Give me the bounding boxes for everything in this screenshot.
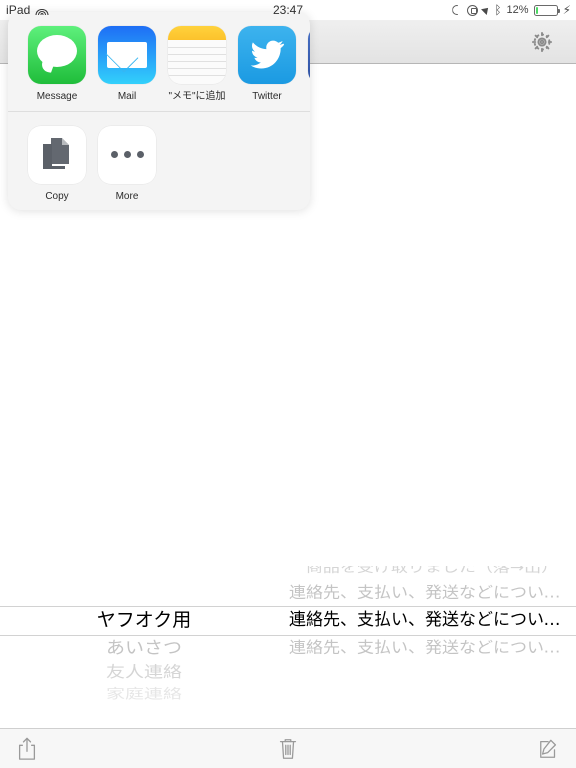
share-button[interactable] (0, 737, 192, 761)
bluetooth-icon: ᛒ (494, 3, 502, 17)
share-item-label: Message (36, 91, 78, 102)
share-item-label: More (115, 190, 139, 202)
trash-icon (277, 737, 299, 761)
notes-app-icon (168, 26, 226, 84)
share-item-label: Twitter (252, 91, 282, 102)
mail-app-icon (98, 26, 156, 84)
picker-item[interactable]: 連絡先、支払い、発送などについて（落... (289, 581, 575, 605)
share-sheet-actions-row: Copy More (8, 110, 310, 211)
status-bar: iPad 23:47 ᛒ 12% ⚡ (0, 0, 576, 20)
share-item-twitter[interactable]: Twitter (232, 26, 302, 103)
share-item-partial[interactable] (302, 26, 310, 91)
compose-pencil-icon (538, 737, 560, 761)
picker-column-category[interactable]: ヤフオク用 あいさつ友人連絡家庭連絡 (0, 566, 288, 728)
share-sheet: Message Mail "メモ"に追加 Twitter Copy More (8, 12, 310, 210)
compose-button[interactable] (384, 737, 576, 761)
share-item-message[interactable]: Message (22, 26, 92, 103)
moon-icon (452, 5, 462, 15)
share-item-label: Mail (117, 91, 137, 102)
share-item-notes[interactable]: "メモ"に追加 (162, 26, 232, 103)
battery-percent-label: 12% (506, 4, 529, 16)
rotation-lock-icon (467, 4, 479, 16)
more-ellipsis-icon (98, 125, 156, 184)
picker-column-template[interactable]: 商品を発送しました（出→落）商品を受け取りました（落→出）連絡先、支払い、発送な… (288, 566, 576, 728)
location-arrow-icon (481, 5, 492, 15)
picker-item[interactable]: 家庭連絡 (106, 687, 182, 702)
picker-item[interactable]: 商品を受け取りました（落→出） (306, 566, 558, 578)
picker-item[interactable]: ヤフオク用 (97, 606, 192, 635)
share-item-label: Copy (45, 190, 69, 202)
picker-item[interactable]: 連絡先、支払い、発送などについて... (289, 606, 575, 635)
share-item-more[interactable]: More (92, 125, 162, 203)
twitter-app-icon (238, 26, 296, 84)
picker-item[interactable]: 友人連絡 (106, 663, 182, 682)
share-sheet-apps-row: Message Mail "メモ"に追加 Twitter (8, 12, 310, 111)
bottom-toolbar (0, 728, 576, 768)
share-item-copy[interactable]: Copy (22, 125, 92, 203)
messages-app-icon (28, 26, 86, 84)
gear-icon (528, 28, 556, 56)
delete-button[interactable] (192, 737, 384, 761)
status-bar-right: ᛒ 12% ⚡ (452, 0, 571, 20)
battery-icon (533, 4, 560, 16)
settings-button[interactable] (528, 28, 556, 56)
charging-bolt-icon: ⚡ (562, 3, 571, 17)
message-template-picker[interactable]: ヤフオク用あいさつ友人連絡家庭連絡 商品を発送しました（出→落）商品を受け取りま… (0, 566, 576, 728)
copy-icon (28, 125, 86, 184)
partial-app-icon (308, 26, 310, 84)
picker-item[interactable]: 連絡先、支払い、発送などについて（出... (289, 636, 575, 660)
picker-item[interactable]: あいさつ (106, 636, 182, 660)
share-item-label: "メモ"に追加 (168, 91, 226, 102)
share-item-mail[interactable]: Mail (92, 26, 162, 103)
share-export-icon (16, 737, 38, 761)
